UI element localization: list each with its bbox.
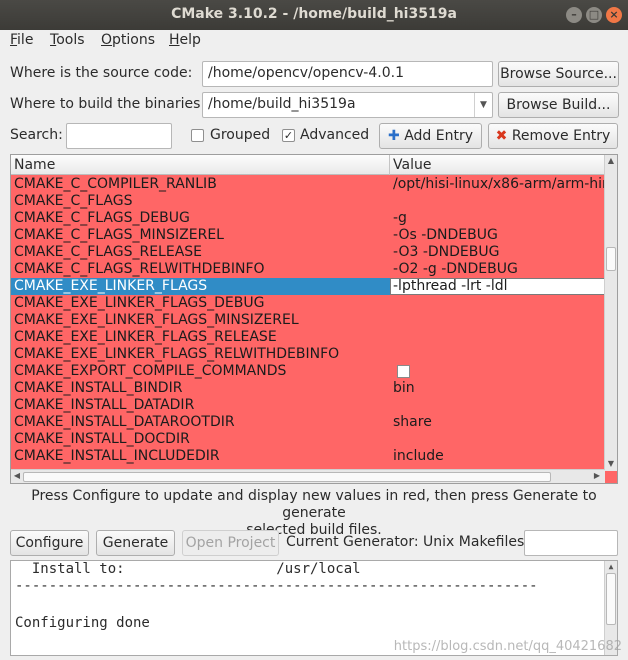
title-bar[interactable]: CMake 3.10.2 - /home/build_hi3519a – □ × <box>0 0 628 30</box>
row-name: CMAKE_INSTALL_BINDIR <box>14 380 183 396</box>
browse-source-button[interactable]: Browse Source... <box>498 61 619 87</box>
table-rows: CMAKE_C_COMPILER_RANLIB/opt/hisi-linux/x… <box>11 176 605 466</box>
source-path-input[interactable]: /home/opencv/opencv-4.0.1 <box>202 61 493 87</box>
table-row[interactable]: CMAKE_C_COMPILER_RANLIB/opt/hisi-linux/x… <box>11 176 605 193</box>
scroll-right-icon[interactable]: ▶ <box>591 471 603 480</box>
menu-help[interactable]: Help <box>169 32 201 48</box>
configure-button[interactable]: Configure <box>10 530 89 556</box>
table-horizontal-scrollbar[interactable]: ◀ ▶ <box>11 469 605 483</box>
row-name: CMAKE_EXE_LINKER_FLAGS_RELWITHDEBINFO <box>14 346 340 362</box>
header-name[interactable]: Name <box>14 157 55 173</box>
table-row[interactable]: CMAKE_EXE_LINKER_FLAGS_MINSIZEREL <box>11 312 605 329</box>
search-label: Search: <box>10 127 63 143</box>
row-checkbox[interactable] <box>397 365 410 378</box>
header-value[interactable]: Value <box>393 157 431 173</box>
open-project-button[interactable]: Open Project <box>182 530 279 556</box>
table-row[interactable]: CMAKE_EXE_LINKER_FLAGS_RELEASE <box>11 329 605 346</box>
current-generator-label: Current Generator: Unix Makefiles <box>286 534 525 550</box>
row-value: -O3 -DNDEBUG <box>393 244 500 260</box>
header-divider[interactable] <box>389 155 390 175</box>
table-row[interactable]: CMAKE_INSTALL_BINDIR bin <box>11 380 605 397</box>
row-name: CMAKE_EXE_LINKER_FLAGS_DEBUG <box>14 295 265 311</box>
maximize-icon[interactable]: □ <box>586 7 602 23</box>
watermark: https://blog.csdn.net/qq_40421682 <box>393 639 622 654</box>
grouped-checkbox[interactable] <box>191 129 204 142</box>
table-row[interactable]: CMAKE_INSTALL_DATAROOTDIR share <box>11 414 605 431</box>
row-name: CMAKE_C_FLAGS_RELEASE <box>14 244 203 260</box>
chevron-down-icon[interactable]: ▼ <box>474 93 492 117</box>
scroll-down-icon[interactable]: ▼ <box>605 459 617 468</box>
row-value: /opt/hisi-linux/x86-arm/arm-hir <box>393 176 605 192</box>
table-row[interactable]: CMAKE_EXPORT_COMPILE_COMMANDS <box>11 363 605 380</box>
table-row[interactable]: CMAKE_C_FLAGS_MINSIZEREL -Os -DNDEBUG <box>11 227 605 244</box>
table-vertical-scrollbar[interactable]: ▲ ▼ <box>604 155 617 471</box>
menu-tools[interactable]: Tools <box>50 32 85 48</box>
minimize-icon[interactable]: – <box>566 7 582 23</box>
row-name: CMAKE_EXPORT_COMPILE_COMMANDS <box>14 363 287 379</box>
remove-icon: ✖ <box>495 128 508 144</box>
row-value: -g <box>393 210 407 226</box>
table-row[interactable]: CMAKE_EXE_LINKER_FLAGS_DEBUG <box>11 295 605 312</box>
log-line: Install to: /usr/local <box>15 561 361 577</box>
table-row[interactable]: CMAKE_EXE_LINKER_FLAGS -lpthread -lrt -ld… <box>11 278 605 295</box>
row-name: CMAKE_C_FLAGS <box>14 193 133 209</box>
row-value: bin <box>393 380 415 396</box>
row-name: CMAKE_EXE_LINKER_FLAGS_MINSIZEREL <box>14 312 299 328</box>
table-row[interactable]: CMAKE_INSTALL_DOCDIR <box>11 431 605 448</box>
row-name: CMAKE_C_FLAGS_RELWITHDEBINFO <box>14 261 265 277</box>
table-row[interactable]: CMAKE_C_FLAGS <box>11 193 605 210</box>
row-name: CMAKE_INSTALL_DATAROOTDIR <box>14 414 235 430</box>
row-name: CMAKE_EXE_LINKER_FLAGS_RELEASE <box>14 329 277 345</box>
log-line: Configuring done <box>15 615 150 631</box>
build-label: Where to build the binaries: <box>10 96 206 112</box>
table-row[interactable]: CMAKE_INSTALL_DATADIR <box>11 397 605 414</box>
remove-entry-button[interactable]: ✖ Remove Entry <box>488 123 618 149</box>
table-row[interactable]: CMAKE_C_FLAGS_RELWITHDEBINFO -O2 -g -DNDE… <box>11 261 605 278</box>
row-value: include <box>393 448 444 464</box>
row-value[interactable]: -lpthread -lrt -ldl <box>393 278 605 294</box>
output-scroll-thumb[interactable] <box>606 573 616 625</box>
row-name: CMAKE_INSTALL_DOCDIR <box>14 431 190 447</box>
row-name: CMAKE_INSTALL_DATADIR <box>14 397 195 413</box>
source-label: Where is the source code: <box>10 65 193 81</box>
advanced-checkbox[interactable]: ✓ <box>282 129 295 142</box>
add-entry-button[interactable]: ✚ Add Entry <box>379 123 482 149</box>
row-value: share <box>393 414 432 430</box>
table-row[interactable]: CMAKE_EXE_LINKER_FLAGS_RELWITHDEBINFO <box>11 346 605 363</box>
row-value: -O2 -g -DNDEBUG <box>393 261 518 277</box>
menu-file[interactable]: File <box>10 32 33 48</box>
log-line: ----------------------------------------… <box>15 578 538 594</box>
table-header: Name Value <box>11 155 605 175</box>
plus-icon: ✚ <box>388 128 400 144</box>
scroll-up-icon[interactable]: ▲ <box>605 562 617 571</box>
generate-button[interactable]: Generate <box>96 530 175 556</box>
scroll-up-icon[interactable]: ▲ <box>605 156 617 165</box>
generator-field[interactable] <box>524 530 618 556</box>
browse-build-button[interactable]: Browse Build... <box>498 92 619 118</box>
advanced-label: Advanced <box>300 127 370 143</box>
build-path-value: /home/build_hi3519a <box>208 96 356 112</box>
table-row[interactable]: CMAKE_INSTALL_INCLUDEDIR include <box>11 448 605 465</box>
scroll-thumb[interactable] <box>606 247 616 271</box>
cache-table[interactable]: Name Value CMAKE_C_COMPILER_RANLIB/opt/h… <box>10 154 618 484</box>
row-name: CMAKE_EXE_LINKER_FLAGS <box>14 278 208 294</box>
row-value: -Os -DNDEBUG <box>393 227 498 243</box>
scroll-left-icon[interactable]: ◀ <box>11 471 23 480</box>
row-name: CMAKE_C_COMPILER_RANLIB <box>14 176 217 192</box>
close-icon[interactable]: × <box>606 7 622 23</box>
window-title: CMake 3.10.2 - /home/build_hi3519a <box>171 6 457 22</box>
hscroll-thumb[interactable] <box>23 472 551 482</box>
row-name: CMAKE_C_FLAGS_DEBUG <box>14 210 190 226</box>
build-path-combo[interactable]: /home/build_hi3519a ▼ <box>202 92 493 118</box>
menu-options[interactable]: Options <box>101 32 155 48</box>
check-icon: ✓ <box>283 129 294 142</box>
row-name: CMAKE_INSTALL_INCLUDEDIR <box>14 448 220 464</box>
search-input[interactable] <box>66 123 172 149</box>
menu-bar: File Tools Options Help <box>0 30 628 54</box>
grouped-label: Grouped <box>210 127 271 143</box>
table-row[interactable]: CMAKE_C_FLAGS_RELEASE -O3 -DNDEBUG <box>11 244 605 261</box>
row-name: CMAKE_C_FLAGS_MINSIZEREL <box>14 227 224 243</box>
table-row[interactable]: CMAKE_C_FLAGS_DEBUG -g <box>11 210 605 227</box>
